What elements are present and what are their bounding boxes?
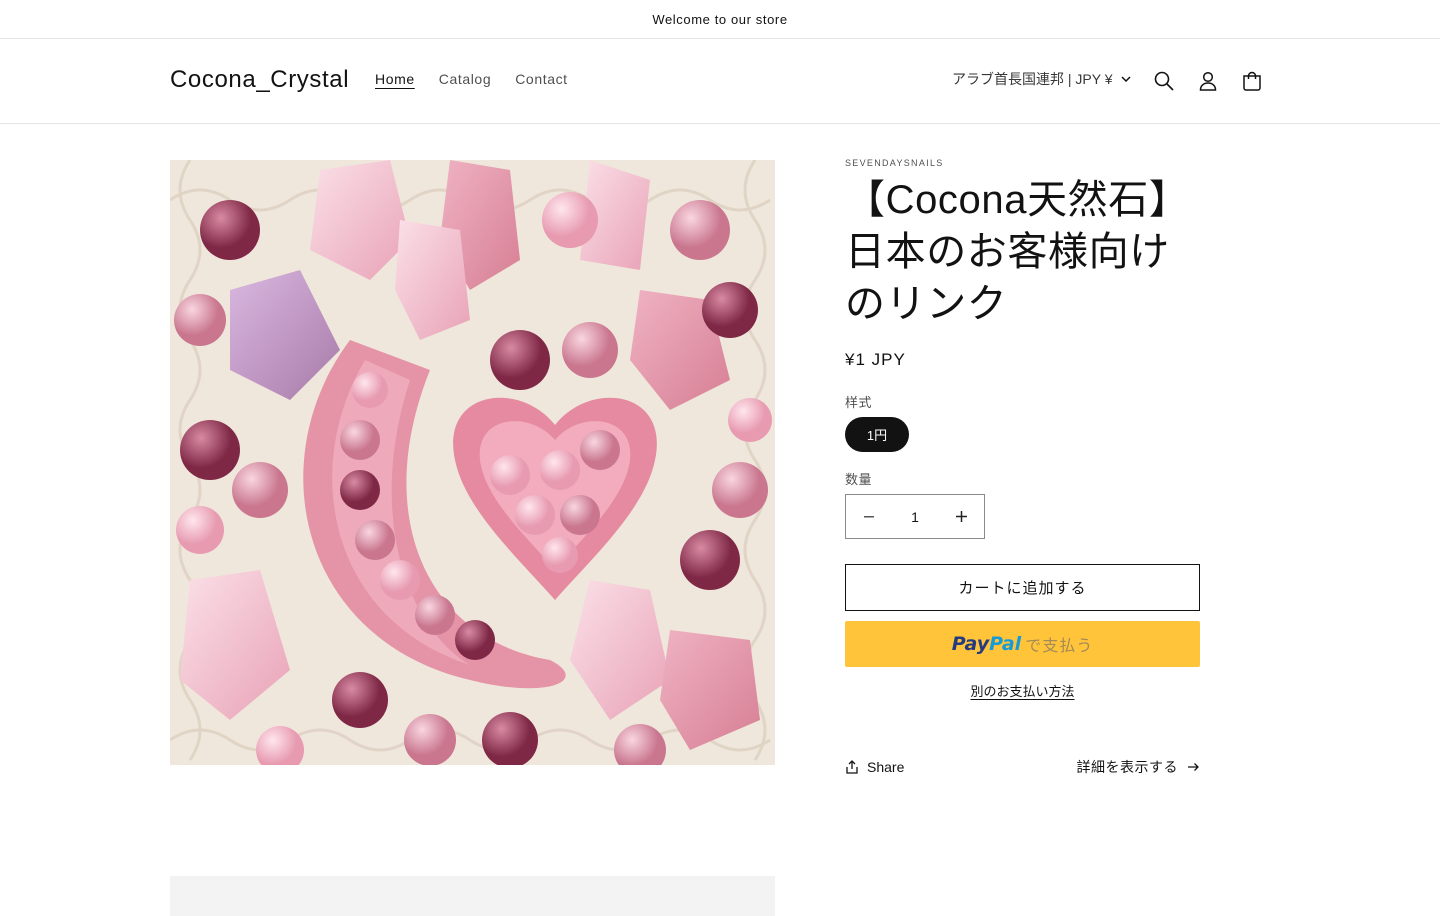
- product-vendor: SEVENDAYSNAILS: [845, 158, 944, 168]
- cart-button[interactable]: [1230, 59, 1274, 103]
- share-label: Share: [867, 759, 905, 775]
- variant-label: 样式: [845, 395, 873, 410]
- announcement-text: Welcome to our store: [652, 11, 788, 27]
- paypal-logo-pay: Pay: [951, 633, 990, 655]
- minus-icon: [864, 515, 874, 517]
- variant-picker: 样式 1円: [845, 392, 1200, 452]
- share-button[interactable]: Share: [845, 759, 904, 775]
- add-to-cart-button[interactable]: カートに追加する: [845, 564, 1200, 611]
- quantity-input[interactable]: 1: [892, 509, 938, 525]
- quantity-label: 数量: [845, 472, 873, 487]
- share-icon: [846, 760, 858, 774]
- quantity-increase-button[interactable]: [938, 495, 984, 538]
- plus-icon: [955, 511, 967, 522]
- quantity-stepper: 1: [845, 494, 985, 539]
- crystal-photo: [170, 160, 775, 765]
- country-label: アラブ首長国連邦 | JPY ¥: [952, 71, 1113, 87]
- paypal-suffix: で支払う: [1025, 638, 1094, 655]
- site-header: Cocona_Crystal Home Catalog Contact アラブ首…: [0, 39, 1440, 124]
- search-button[interactable]: [1142, 59, 1186, 103]
- store-logo[interactable]: Cocona_Crystal: [170, 66, 349, 94]
- cart-icon: [1243, 71, 1261, 91]
- country-selector[interactable]: アラブ首長国連邦 | JPY ¥: [952, 69, 1131, 89]
- more-payment-options-link[interactable]: 別のお支払い方法: [845, 681, 1200, 700]
- nav-catalog[interactable]: Catalog: [427, 71, 503, 87]
- product-image-2[interactable]: [170, 876, 775, 916]
- paypal-logo-pal: Pal: [989, 633, 1022, 655]
- product-info: SEVENDAYSNAILS 【Cocona天然石】日本のお客様向けのリンク ¥…: [845, 158, 1200, 700]
- quantity-group: 数量 1: [845, 469, 1200, 539]
- share-row: Share 詳細を表示する: [845, 757, 1200, 777]
- variant-option-selected[interactable]: 1円: [845, 417, 909, 452]
- chevron-down-icon: [1120, 76, 1131, 82]
- announcement-bar: Welcome to our store: [0, 0, 1440, 39]
- nav-home[interactable]: Home: [363, 71, 427, 87]
- quantity-decrease-button[interactable]: [846, 495, 892, 538]
- search-icon: [1154, 71, 1174, 91]
- main-nav: Home Catalog Contact: [363, 71, 580, 87]
- nav-contact[interactable]: Contact: [503, 71, 579, 87]
- view-details-label: 詳細を表示する: [1076, 759, 1178, 775]
- account-button[interactable]: [1186, 59, 1230, 103]
- product-title: 【Cocona天然石】日本のお客様向けのリンク: [845, 178, 1170, 326]
- product-image[interactable]: [170, 160, 775, 765]
- account-icon: [1199, 71, 1217, 91]
- paypal-button[interactable]: Pay Pal で支払う: [845, 621, 1200, 667]
- product-price: ¥1 JPY: [845, 350, 906, 369]
- view-details-link[interactable]: 詳細を表示する: [1077, 757, 1201, 777]
- arrow-right-icon: [1188, 763, 1199, 771]
